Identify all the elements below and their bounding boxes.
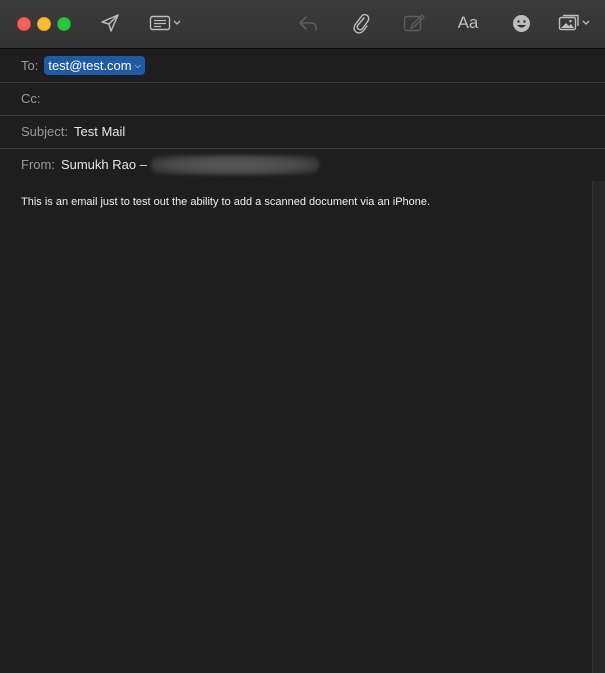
zoom-window-button[interactable] [57, 17, 71, 31]
attachment-icon [353, 13, 370, 34]
cc-field[interactable]: Cc: [0, 82, 605, 116]
scrollbar-track[interactable] [592, 181, 605, 673]
emoji-icon [512, 14, 530, 32]
header-fields-icon [149, 15, 171, 31]
close-window-button[interactable] [17, 17, 31, 31]
chevron-down-icon [582, 20, 590, 25]
markup-button[interactable] [403, 11, 425, 35]
reply-icon [299, 16, 317, 31]
send-button[interactable] [99, 11, 121, 35]
photo-browser-icon [558, 14, 579, 31]
from-label: From: [21, 157, 55, 172]
message-text: This is an email just to test out the ab… [21, 196, 431, 208]
to-field[interactable]: To: test@test.com ⌵ [0, 49, 605, 83]
from-field[interactable]: From: Sumukh Rao – [0, 148, 605, 182]
mail-compose-window: Aa To: test@test.com ⌵ Cc: Subject: Test… [0, 0, 605, 673]
from-account[interactable]: Sumukh Rao – [61, 157, 147, 172]
chevron-down-icon [173, 20, 181, 25]
chevron-down-icon: ⌵ [134, 61, 141, 70]
header-fields-button[interactable] [147, 11, 183, 35]
to-label: To: [21, 58, 39, 73]
message-body[interactable]: This is an email just to test out the ab… [0, 181, 592, 673]
toolbar: Aa [0, 0, 605, 49]
minimize-window-button[interactable] [37, 17, 51, 31]
recipient-address: test@test.com [48, 58, 132, 73]
photo-browser-button[interactable] [556, 11, 592, 35]
format-button[interactable]: Aa [456, 11, 480, 35]
markup-icon [403, 14, 425, 32]
recipient-token[interactable]: test@test.com ⌵ [44, 56, 145, 75]
redacted-email-blur [150, 154, 319, 175]
cc-label: Cc: [21, 91, 41, 106]
format-icon: Aa [457, 13, 479, 32]
subject-field[interactable]: Subject: Test Mail [0, 115, 605, 149]
reply-button[interactable] [297, 11, 319, 35]
emoji-button[interactable] [510, 11, 532, 35]
attach-button[interactable] [350, 11, 372, 35]
subject-label: Subject: [21, 124, 68, 139]
subject-input[interactable]: Test Mail [74, 124, 125, 139]
send-icon [101, 14, 119, 32]
